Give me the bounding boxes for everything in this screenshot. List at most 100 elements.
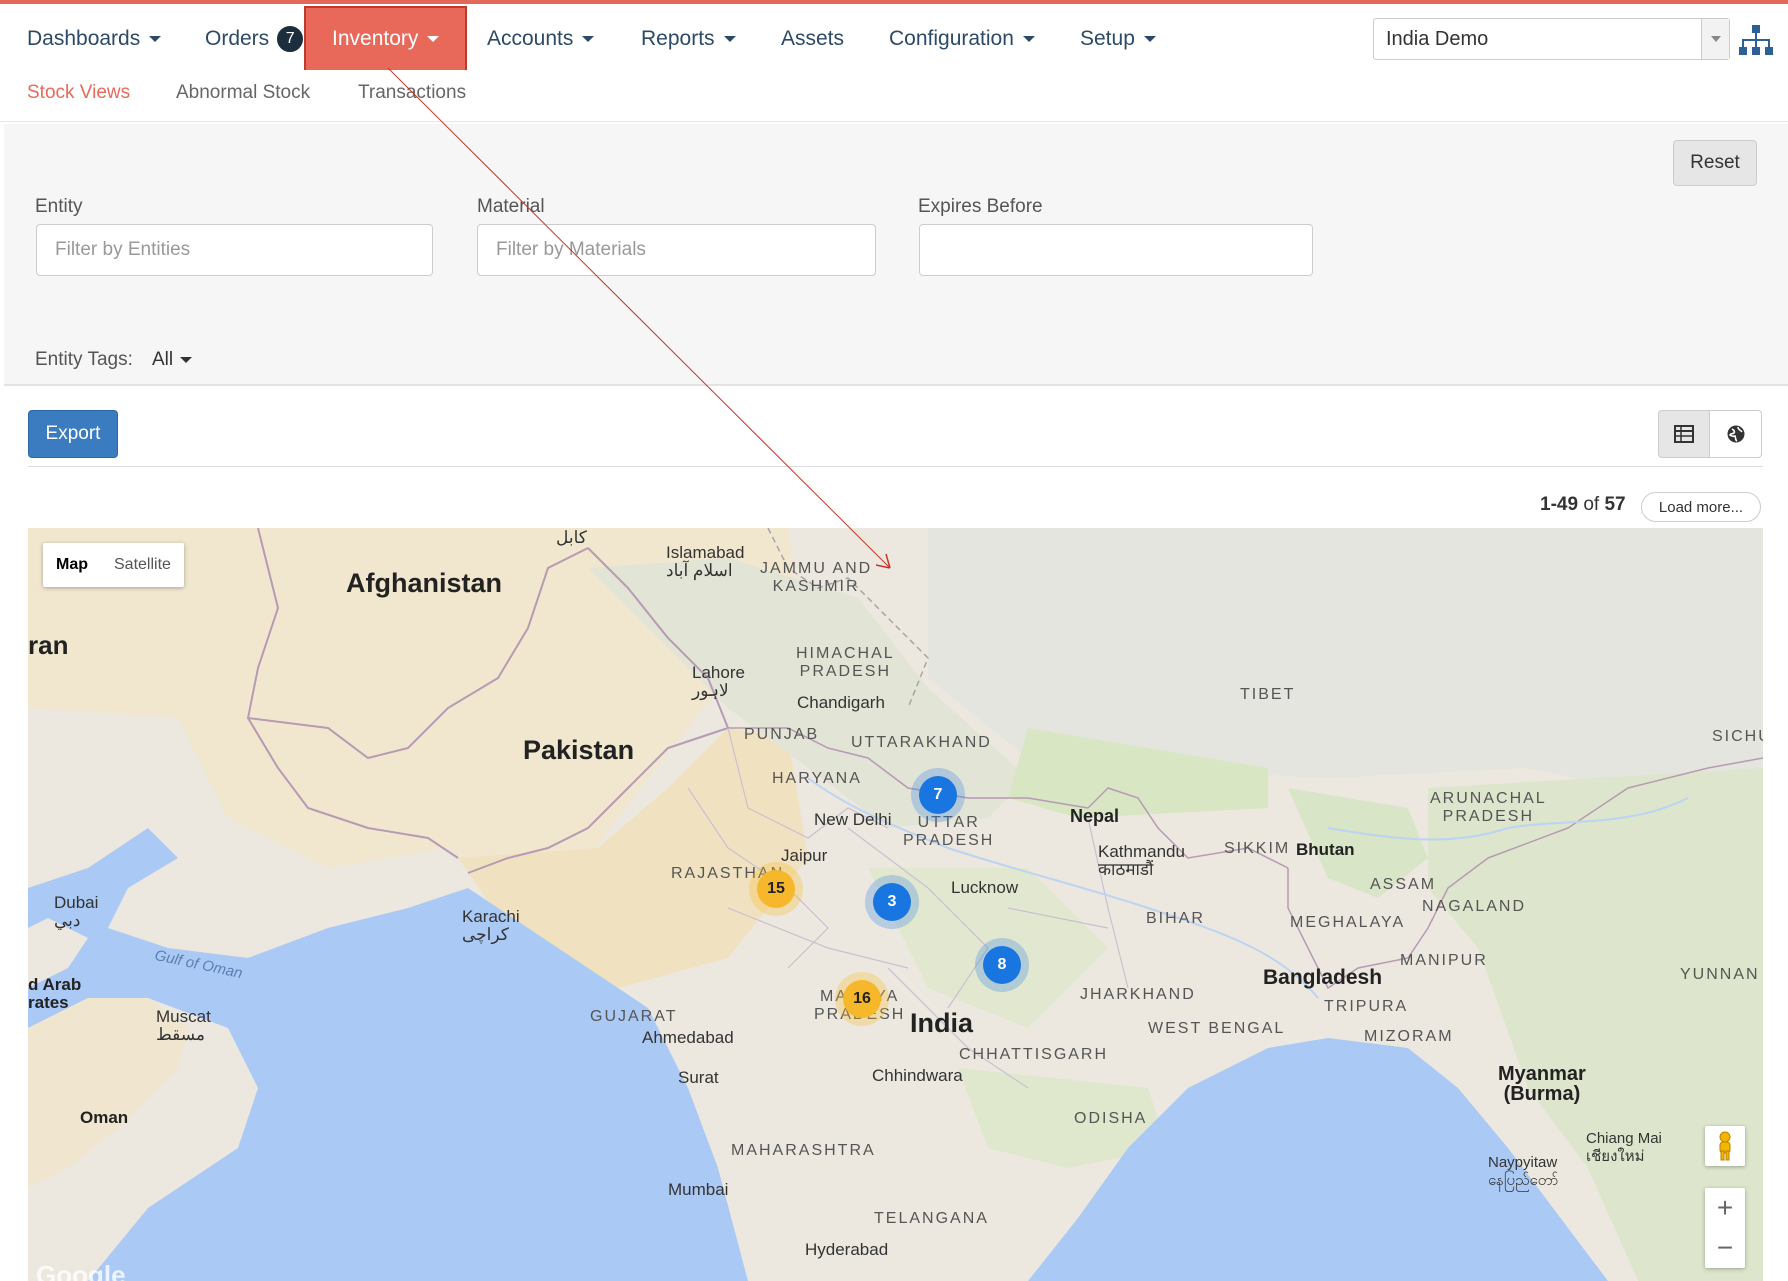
chevron-down-icon [1022,36,1035,42]
label-islamabad: Islamabad اسلام آباد [666,543,745,580]
expires-before-input[interactable] [919,224,1313,276]
zoom-in-button[interactable]: + [1705,1188,1745,1228]
top-navbar: Dashboards Orders 7 Inventory Accounts Re… [0,0,1788,72]
label-bhutan: Bhutan [1296,840,1355,859]
zoom-control: + − [1705,1188,1745,1268]
label-uttarakhand: UTTARAKHAND [851,734,992,751]
label-iran: ran [28,630,69,660]
label-maharashtra: MAHARASHTRA [731,1142,876,1159]
label-kabul: کابل [556,528,587,547]
table-view-button[interactable] [1658,410,1710,458]
label-new-delhi: New Delhi [814,810,892,829]
label-assam: ASSAM [1370,876,1437,893]
label-mizoram: MIZORAM [1364,1028,1454,1045]
entity-tags-dropdown[interactable]: All [152,349,193,371]
tab-stock-views[interactable]: Stock Views [27,82,130,104]
map-type-control: Map Satellite [43,543,184,587]
label-afghanistan: Afghanistan [346,568,503,598]
entity-filter-input[interactable] [36,224,433,276]
entity-tags-value: All [152,349,174,370]
globe-icon [1727,425,1744,443]
label-yunnan: YUNNAN [1680,966,1760,983]
map-type-map-button[interactable]: Map [43,543,101,587]
nav-dashboards[interactable]: Dashboards [27,8,162,70]
google-logo: Google [36,1260,126,1281]
chevron-down-icon [582,36,595,42]
nav-assets-label: Assets [781,27,845,50]
pagination-total: 57 [1604,494,1626,515]
pagination-info: 1-49 of 57 [1540,494,1626,516]
pagination-of: of [1583,494,1600,515]
label-oman: Oman [80,1108,129,1127]
label-tibet: TIBET [1240,686,1296,703]
label-kathmandu: Kathmandu काठमाडौं [1098,842,1185,879]
domain-select-value: India Demo [1386,27,1489,50]
tab-abnormal-stock[interactable]: Abnormal Stock [176,82,310,104]
dropdown-arrow-icon[interactable] [1701,19,1729,59]
chevron-down-icon [149,36,162,42]
nav-assets[interactable]: Assets [781,8,844,70]
export-button[interactable]: Export [28,410,118,458]
filter-panel: Reset Entity Material Expires Before Ent… [4,124,1788,386]
nav-configuration-label: Configuration [889,27,1014,50]
chevron-down-icon [723,36,736,42]
domain-select[interactable]: India Demo [1373,18,1730,60]
map-view-button[interactable] [1710,410,1762,458]
label-naypyitaw: Naypyitaw နေပြည်တော် [1488,1154,1559,1189]
label-nepal: Nepal [1070,806,1120,826]
label-nagaland: NAGALAND [1422,898,1527,915]
label-ahmedabad: Ahmedabad [642,1028,734,1047]
nav-reports[interactable]: Reports [641,8,736,70]
nav-orders[interactable]: Orders 7 [205,8,306,70]
label-telangana: TELANGANA [874,1210,989,1227]
nav-dashboards-label: Dashboards [27,27,141,50]
load-more-button[interactable]: Load more... [1641,492,1761,522]
label-jaipur: Jaipur [781,846,828,865]
material-filter-input[interactable] [477,224,876,276]
entity-tags-label: Entity Tags: [35,349,133,370]
label-arunachal-pradesh: ARUNACHAL PRADESH [1430,790,1547,825]
orders-count-badge: 7 [275,24,306,54]
entity-label: Entity [35,196,83,217]
label-west-bengal: WEST BENGAL [1148,1020,1286,1037]
street-view-pegman-icon[interactable] [1705,1126,1745,1166]
label-punjab: PUNJAB [744,726,820,743]
nav-inventory-label: Inventory [332,27,419,50]
table-icon [1674,425,1694,443]
hierarchy-icon[interactable] [1738,22,1774,58]
tab-transactions[interactable]: Transactions [358,82,466,104]
nav-setup[interactable]: Setup [1080,8,1156,70]
label-india: India [910,1008,974,1038]
label-chandigarh: Chandigarh [797,693,885,712]
label-manipur: MANIPUR [1400,952,1488,969]
expires-before-label: Expires Before [918,196,1043,217]
label-chhattisgarh: CHHATTISGARH [959,1046,1109,1063]
sub-navbar: Stock Views Abnormal Stock Transactions [0,70,1788,122]
map-view[interactable]: Map Satellite Afghanistan Pakistan India… [28,528,1763,1281]
label-himachal-pradesh: HIMACHAL PRADESH [796,645,895,680]
divider [28,466,1763,467]
reset-button[interactable]: Reset [1673,140,1757,186]
nav-configuration[interactable]: Configuration [889,8,1035,70]
label-dubai: Dubai دبي [54,893,99,930]
label-meghalaya: MEGHALAYA [1290,914,1406,931]
label-lucknow: Lucknow [951,878,1019,897]
view-toggle [1658,410,1762,458]
label-lahore: Lahore لاہور [692,663,745,700]
label-hyderabad: Hyderabad [805,1240,889,1259]
label-jharkhand: JHARKHAND [1080,986,1196,1003]
nav-orders-label: Orders [205,27,270,50]
cluster-count: 15 [757,870,795,908]
chevron-down-icon [180,356,193,363]
zoom-out-button[interactable]: − [1705,1228,1745,1268]
nav-inventory[interactable]: Inventory [303,6,468,72]
label-pakistan: Pakistan [523,735,635,765]
chevron-down-icon [1143,36,1156,42]
label-haryana: HARYANA [772,770,862,787]
label-chhindwara: Chhindwara [872,1066,963,1085]
nav-accounts[interactable]: Accounts [487,8,595,70]
label-gujarat: GUJARAT [590,1008,678,1025]
label-muscat: Muscat مسقط [156,1007,211,1044]
map-type-satellite-button[interactable]: Satellite [101,543,184,587]
label-sichuan: SICHU [1712,728,1763,745]
